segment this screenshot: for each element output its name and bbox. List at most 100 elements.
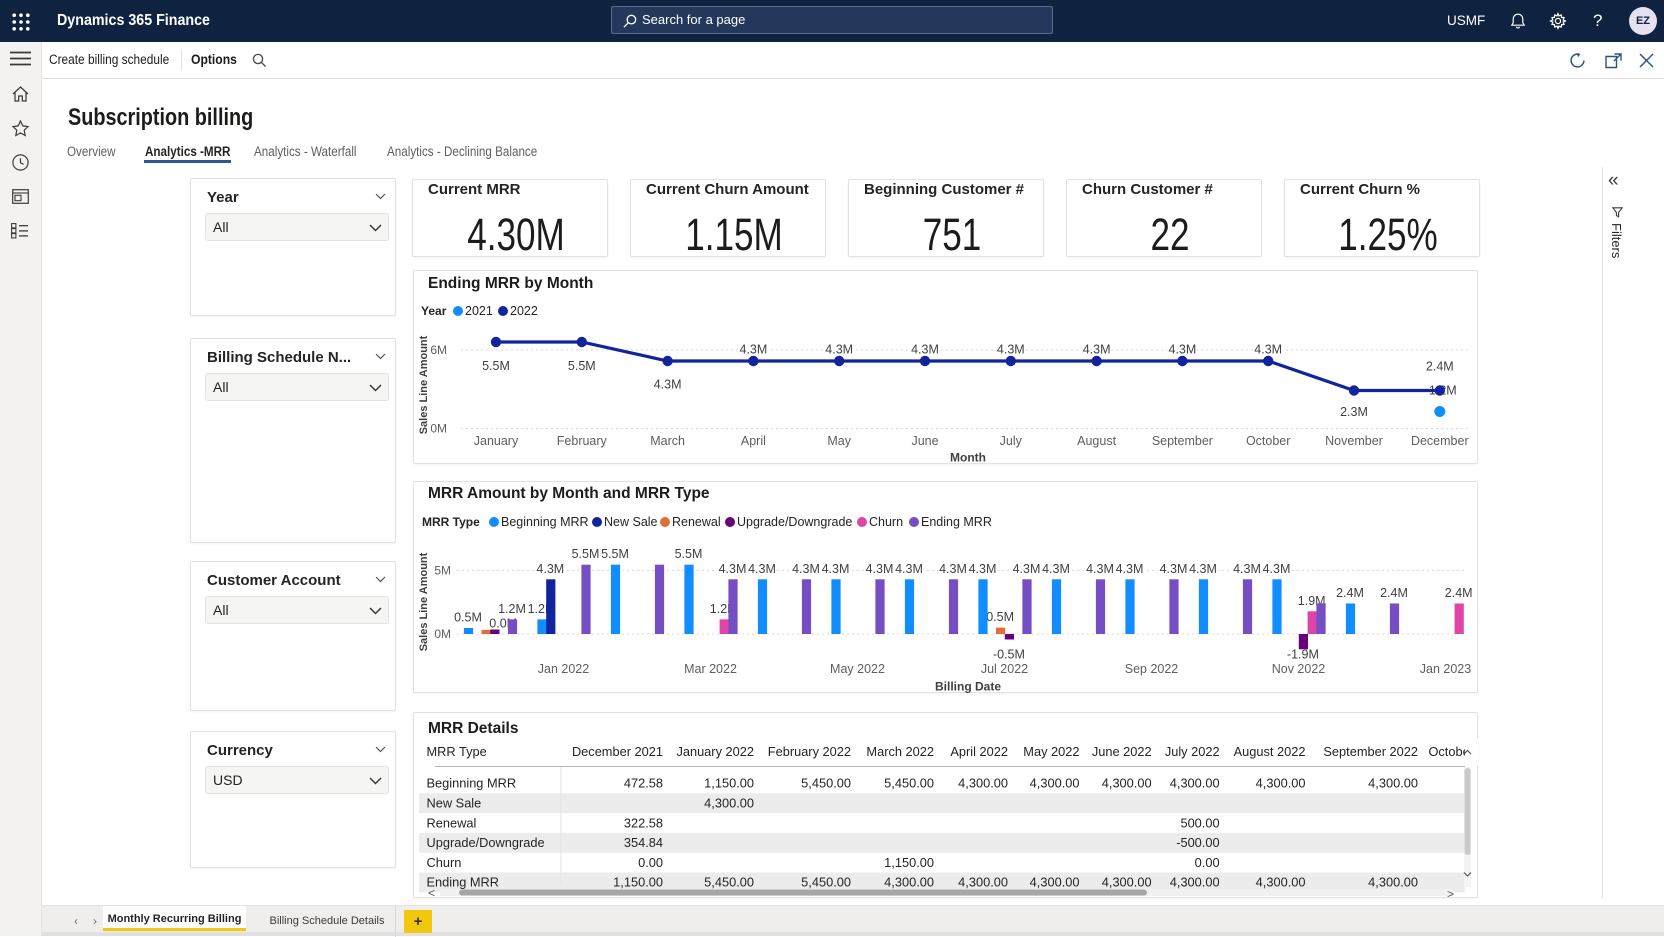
- svg-text:Churn: Churn: [869, 515, 903, 529]
- svg-text:4.3M: 4.3M: [719, 562, 747, 576]
- svg-text:January 2022: January 2022: [676, 744, 754, 759]
- svg-text:4,300.00: 4,300.00: [1368, 875, 1418, 890]
- svg-text:0M: 0M: [434, 627, 451, 641]
- svg-text:January: January: [474, 434, 519, 448]
- svg-text:Renewal: Renewal: [672, 515, 721, 529]
- svg-text:May: May: [827, 434, 851, 448]
- svg-text:354.84: 354.84: [624, 835, 663, 850]
- svg-text:5M: 5M: [434, 563, 451, 577]
- svg-text:Beginning MRR: Beginning MRR: [427, 776, 517, 791]
- svg-text:MRR Type: MRR Type: [427, 744, 487, 759]
- svg-text:4,300.00: 4,300.00: [1102, 776, 1152, 791]
- svg-text:>: >: [1447, 887, 1454, 898]
- svg-text:4.3M: 4.3M: [895, 562, 923, 576]
- svg-text:March 2022: March 2022: [866, 744, 934, 759]
- svg-text:6M: 6M: [430, 343, 447, 357]
- svg-text:February: February: [557, 434, 608, 448]
- svg-text:0.00: 0.00: [638, 855, 663, 870]
- svg-text:2.4M: 2.4M: [1445, 586, 1473, 600]
- svg-text:June 2022: June 2022: [1092, 744, 1152, 759]
- svg-text:August 2022: August 2022: [1234, 744, 1306, 759]
- svg-text:4,300.00: 4,300.00: [704, 796, 754, 811]
- svg-text:September 2022: September 2022: [1323, 744, 1418, 759]
- svg-text:June: June: [911, 434, 938, 448]
- svg-text:4.3M: 4.3M: [1169, 343, 1197, 357]
- svg-text:4,300.00: 4,300.00: [958, 875, 1008, 890]
- svg-text:December 2021: December 2021: [572, 744, 663, 759]
- svg-text:4.3M: 4.3M: [792, 562, 820, 576]
- svg-text:4.3M: 4.3M: [866, 562, 894, 576]
- svg-text:5,450.00: 5,450.00: [704, 875, 754, 890]
- svg-text:5.5M: 5.5M: [675, 547, 703, 561]
- svg-text:March: March: [650, 434, 685, 448]
- svg-text:Jan 2023: Jan 2023: [1420, 662, 1471, 676]
- svg-text:New Sale: New Sale: [604, 515, 658, 529]
- svg-text:5,450.00: 5,450.00: [801, 875, 851, 890]
- svg-text:2.4M: 2.4M: [1380, 586, 1408, 600]
- svg-text:2021: 2021: [465, 304, 493, 318]
- svg-text:Ending MRR: Ending MRR: [921, 515, 992, 529]
- svg-text:4.3M: 4.3M: [1013, 562, 1041, 576]
- svg-text:April 2022: April 2022: [950, 744, 1008, 759]
- svg-text:1,150.00: 1,150.00: [704, 776, 754, 791]
- svg-text:2.4M: 2.4M: [1426, 360, 1454, 374]
- svg-text:4,300.00: 4,300.00: [1170, 776, 1220, 791]
- svg-text:4,300.00: 4,300.00: [1368, 776, 1418, 791]
- svg-text:July: July: [1000, 434, 1023, 448]
- svg-text:Month: Month: [950, 451, 986, 465]
- svg-text:4.3M: 4.3M: [1254, 343, 1282, 357]
- svg-text:4.3M: 4.3M: [536, 562, 564, 576]
- svg-text:4.3M: 4.3M: [939, 562, 967, 576]
- svg-text:4,300.00: 4,300.00: [1256, 875, 1306, 890]
- svg-text:-1.9M: -1.9M: [1287, 648, 1319, 662]
- svg-text:5.5M: 5.5M: [601, 547, 629, 561]
- svg-text:Upgrade/Downgrade: Upgrade/Downgrade: [737, 515, 852, 529]
- svg-text:Sales Line Amount: Sales Line Amount: [418, 335, 430, 434]
- svg-text:5,450.00: 5,450.00: [884, 776, 934, 791]
- svg-text:April: April: [741, 434, 766, 448]
- svg-text:<: <: [428, 886, 435, 898]
- svg-text:2.3M: 2.3M: [1340, 405, 1368, 419]
- svg-text:4,300.00: 4,300.00: [1256, 776, 1306, 791]
- svg-text:4.3M: 4.3M: [1086, 562, 1114, 576]
- svg-text:2.4M: 2.4M: [1336, 586, 1364, 600]
- svg-text:May 2022: May 2022: [830, 662, 885, 676]
- svg-text:September: September: [1152, 434, 1213, 448]
- svg-text:New Sale: New Sale: [427, 796, 482, 811]
- svg-text:4.3M: 4.3M: [911, 343, 939, 357]
- svg-text:1,150.00: 1,150.00: [884, 855, 934, 870]
- svg-text:Billing Date: Billing Date: [935, 680, 1001, 694]
- svg-text:4.3M: 4.3M: [997, 343, 1025, 357]
- svg-text:4,300.00: 4,300.00: [1030, 776, 1080, 791]
- svg-text:5.5M: 5.5M: [572, 547, 600, 561]
- svg-text:MRR Details: MRR Details: [428, 720, 518, 737]
- svg-text:Renewal: Renewal: [427, 815, 477, 830]
- svg-text:Mar 2022: Mar 2022: [684, 662, 737, 676]
- svg-text:4,300.00: 4,300.00: [958, 776, 1008, 791]
- svg-text:4.3M: 4.3M: [1263, 562, 1291, 576]
- svg-text:4,300.00: 4,300.00: [1102, 875, 1152, 890]
- svg-text:4.3M: 4.3M: [822, 562, 850, 576]
- svg-text:4.3M: 4.3M: [825, 343, 853, 357]
- svg-text:Sales Line Amount: Sales Line Amount: [418, 552, 430, 651]
- svg-text:4,300.00: 4,300.00: [1030, 875, 1080, 890]
- svg-text:4.3M: 4.3M: [1189, 562, 1217, 576]
- svg-text:Sep 2022: Sep 2022: [1125, 662, 1179, 676]
- svg-text:Churn: Churn: [427, 855, 462, 870]
- svg-text:December: December: [1411, 434, 1469, 448]
- svg-text:4.3M: 4.3M: [1116, 562, 1144, 576]
- svg-text:5,450.00: 5,450.00: [801, 776, 851, 791]
- svg-text:MRR Type: MRR Type: [422, 515, 480, 529]
- svg-text:MRR Amount by Month and MRR Ty: MRR Amount by Month and MRR Type: [428, 485, 710, 502]
- svg-text:0.5M: 0.5M: [454, 611, 482, 625]
- svg-text:0.00: 0.00: [1195, 855, 1220, 870]
- svg-text:4.3M: 4.3M: [1160, 562, 1188, 576]
- svg-text:5.5M: 5.5M: [568, 359, 596, 373]
- svg-text:4,300.00: 4,300.00: [1170, 875, 1220, 890]
- svg-text:4,300.00: 4,300.00: [884, 875, 934, 890]
- svg-text:4.3M: 4.3M: [1083, 343, 1111, 357]
- svg-text:Year: Year: [421, 304, 447, 318]
- svg-text:-0.5M: -0.5M: [993, 648, 1025, 662]
- svg-text:Jan 2022: Jan 2022: [538, 662, 589, 676]
- svg-text:4.3M: 4.3M: [740, 343, 768, 357]
